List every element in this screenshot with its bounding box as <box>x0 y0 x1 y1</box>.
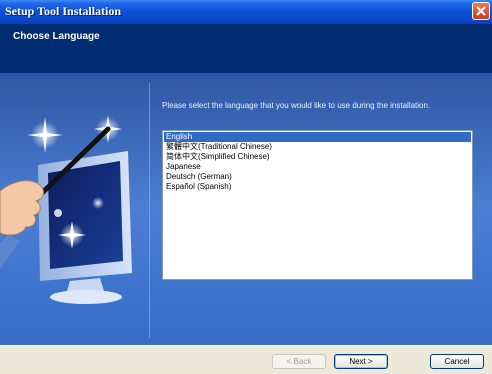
close-button[interactable] <box>472 2 490 20</box>
language-option-simplified-chinese[interactable]: 简体中文(Simplified Chinese) <box>164 152 471 162</box>
window-title: Setup Tool Installation <box>5 4 122 18</box>
language-option-spanish[interactable]: Español (Spanish) <box>164 182 471 192</box>
next-button[interactable]: Next > <box>334 354 388 369</box>
close-icon <box>476 6 486 16</box>
wizard-content: Please select the language that you woul… <box>0 73 492 345</box>
back-button[interactable]: < Back <box>272 354 326 369</box>
content-divider <box>149 83 150 338</box>
cancel-button[interactable]: Cancel <box>430 354 484 369</box>
title-bar[interactable]: Setup Tool Installation <box>0 0 492 24</box>
button-bar: < Back Next > Cancel <box>0 345 492 374</box>
language-list[interactable]: English 繁體中文(Traditional Chinese) 简体中文(S… <box>162 130 473 280</box>
page-title: Choose Language <box>13 31 100 42</box>
language-option-english[interactable]: English <box>164 132 471 142</box>
instruction-text: Please select the language that you woul… <box>162 101 431 110</box>
language-option-japanese[interactable]: Japanese <box>164 162 471 172</box>
setup-illustration <box>0 115 132 304</box>
wizard-header: Choose Language <box>0 24 492 73</box>
setup-window: Setup Tool Installation Choose Language <box>0 0 492 374</box>
language-option-german[interactable]: Deutsch (German) <box>164 172 471 182</box>
language-option-traditional-chinese[interactable]: 繁體中文(Traditional Chinese) <box>164 142 471 152</box>
